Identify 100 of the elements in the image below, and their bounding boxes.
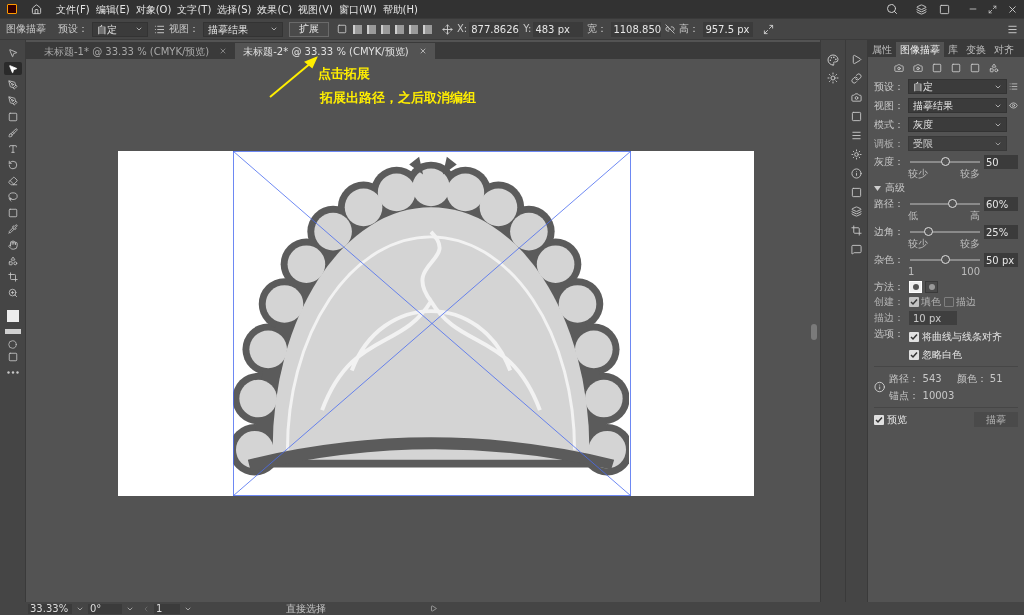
slider-max-label: 高 [970, 211, 980, 221]
search-icon[interactable] [886, 3, 898, 15]
field-label: 预设： [874, 81, 905, 92]
method-button[interactable] [925, 281, 938, 293]
panel-tab[interactable]: 库 [944, 42, 962, 57]
field-label: 调板： [874, 138, 905, 149]
checkbox-label: 填色 [921, 297, 941, 307]
preset-label: 预设： [58, 24, 88, 34]
trace-stat: 路径： 543 [889, 372, 943, 386]
list-icon[interactable] [1009, 82, 1018, 91]
field-label: 描边： [874, 313, 905, 323]
menu-item[interactable]: 效果(C) [257, 1, 293, 17]
chevron-down-icon[interactable] [270, 25, 278, 33]
document-tab[interactable]: 未标题-2* @ 33.33 % (CMYK/预览) [235, 43, 435, 59]
close-icon[interactable] [1007, 3, 1018, 15]
annotation-text: 点击拓展 [318, 65, 371, 83]
control-bar-title: 图像描摹 [6, 24, 47, 34]
checkbox[interactable] [874, 414, 884, 425]
checkbox[interactable] [909, 349, 919, 360]
menu-item[interactable]: 编辑(E) [95, 1, 130, 17]
coordinate-label: Y: [523, 24, 532, 34]
preset-dropdown[interactable]: 自定 [92, 21, 148, 37]
width-field[interactable]: 1108.850 [611, 21, 662, 37]
layers-icon[interactable] [851, 206, 862, 217]
field-label: 方法： [874, 282, 905, 292]
menu-item[interactable]: 帮助(H) [382, 1, 418, 17]
slider-min-label: 低 [908, 211, 918, 221]
value-field[interactable]: 60% [984, 197, 1018, 211]
coordinate-label: X: [457, 24, 468, 34]
slider-max-label: 较多 [960, 169, 980, 179]
shape-icon[interactable] [337, 24, 347, 34]
expand-button[interactable]: 扩展 [289, 21, 329, 37]
menu-item[interactable]: 视图(V) [298, 1, 333, 17]
comments-icon[interactable] [851, 244, 862, 255]
checkbox-label: 预览 [887, 413, 907, 427]
menu-item[interactable]: 文字(T) [177, 1, 212, 17]
eye-icon[interactable] [1009, 101, 1018, 110]
slider-thumb[interactable] [941, 157, 950, 166]
y-field[interactable]: 483 px [533, 21, 584, 37]
panel-tab[interactable]: 属性 [868, 42, 896, 57]
fill-swatch[interactable] [6, 310, 19, 322]
checkbox-label: 忽略白色 [922, 348, 962, 362]
disclosure-icon[interactable] [874, 185, 881, 191]
swatches-icon[interactable] [827, 54, 839, 66]
value-field[interactable]: 25% [984, 225, 1018, 239]
checkbox[interactable] [909, 331, 919, 342]
annotation-text: 拓展出路径，之后取消编组 [320, 88, 476, 107]
trace-panel-icon[interactable] [154, 23, 165, 35]
rotation-field[interactable]: 0° [88, 603, 122, 614]
tab-label: 未标题-1* @ 33.33 % (CMYK/预览) [44, 44, 210, 59]
field-label: 创建： [874, 297, 905, 307]
field-label: 视图： [874, 100, 905, 111]
home-icon[interactable] [31, 3, 42, 15]
slider-thumb[interactable] [923, 227, 933, 236]
menu-item[interactable]: 对象(O) [135, 1, 172, 17]
menu-item[interactable]: 文件(F) [56, 1, 90, 17]
panel-tab[interactable]: 变换 [962, 42, 990, 57]
slider-min-label: 1 [908, 267, 915, 277]
more-tools-icon[interactable] [6, 371, 19, 374]
slider-max-label: 较多 [960, 239, 980, 249]
links-icon[interactable] [851, 73, 862, 84]
unlink-icon[interactable] [665, 24, 676, 34]
close-icon[interactable] [418, 47, 427, 55]
direct-selection-tool-icon[interactable] [3, 62, 22, 75]
slider-max-label: 100 [960, 267, 980, 277]
field-label: 模式： [874, 119, 905, 130]
panel-tab[interactable]: 对齐 [990, 42, 1018, 57]
fit-icon[interactable] [763, 23, 775, 35]
transform-icon[interactable] [442, 23, 453, 35]
x-field[interactable]: 877.8626 [469, 21, 520, 37]
slider-min-label: 较少 [908, 169, 928, 179]
current-tool-label: 直接选择 [286, 603, 326, 614]
actions-icon[interactable] [851, 54, 862, 65]
slider-label: 路径： [874, 199, 905, 209]
dropdown[interactable]: 描摹结果 [908, 98, 1007, 113]
slider-label: 边角： [874, 227, 905, 237]
dropdown[interactable]: 自定 [908, 79, 1007, 94]
dropdown[interactable]: 灰度 [908, 117, 1007, 132]
slider-thumb[interactable] [941, 255, 950, 264]
menu-item[interactable]: 选择(S) [217, 1, 252, 17]
restore-icon[interactable] [988, 4, 997, 14]
trace-stat: 颜色： 51 [956, 372, 1004, 386]
width-label: 宽： [587, 24, 608, 34]
info-icon[interactable] [851, 168, 862, 179]
value-field[interactable]: 50 px [984, 253, 1018, 267]
slider-label: 杂色： [874, 255, 905, 265]
slider-thumb[interactable] [948, 199, 957, 208]
zoom-field[interactable]: 33.33% [28, 603, 72, 614]
value-field[interactable]: 50 [984, 155, 1018, 169]
height-field[interactable]: 957.5 px [703, 21, 754, 37]
scrollbar-thumb[interactable] [810, 324, 817, 340]
menu-icon[interactable] [1007, 23, 1018, 35]
app-logo-icon [7, 4, 17, 14]
view-dropdown[interactable]: 描摹结果 [203, 21, 283, 37]
close-icon[interactable] [219, 47, 228, 55]
play-icon[interactable] [430, 605, 437, 612]
menu-item[interactable]: 窗口(W) [338, 1, 377, 17]
page-field[interactable]: 1 [154, 603, 180, 614]
panel-tab[interactable]: 图像描摹 [896, 42, 944, 57]
chevron-down-icon[interactable] [135, 25, 143, 33]
